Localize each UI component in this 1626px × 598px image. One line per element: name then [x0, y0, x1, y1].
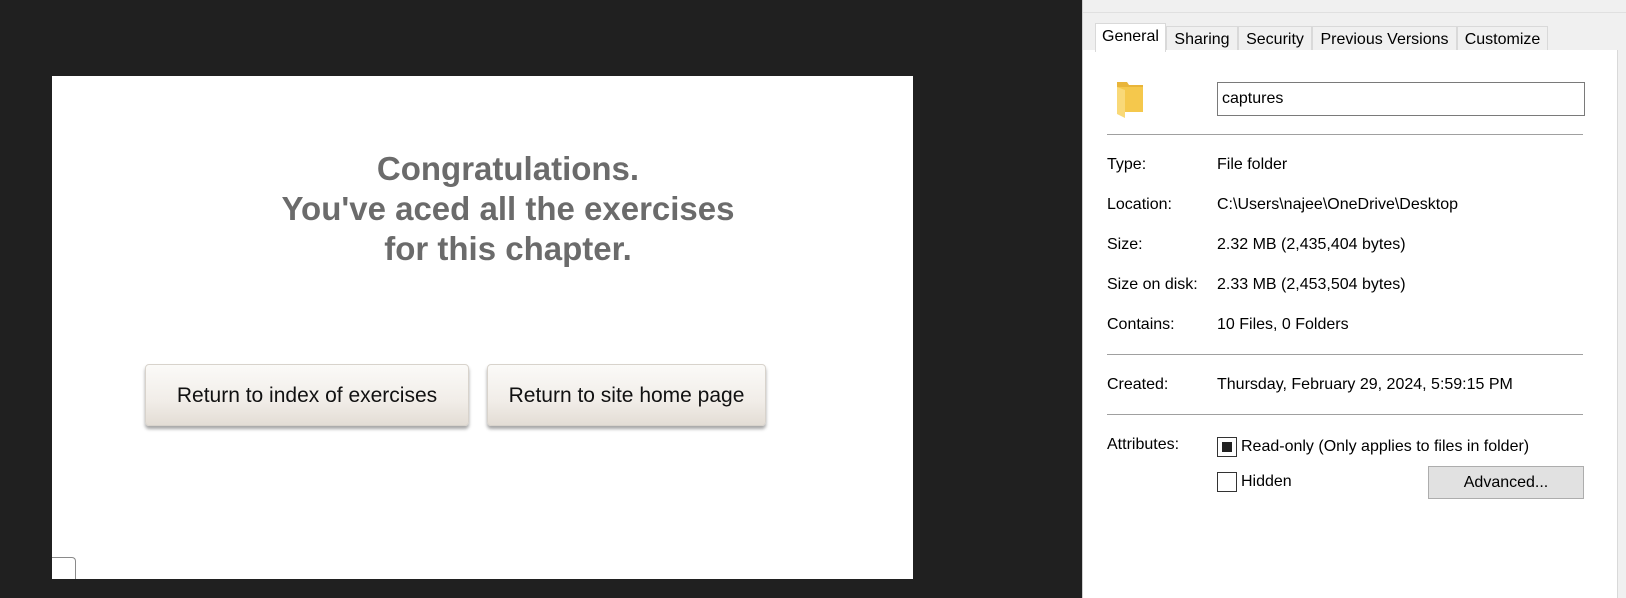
corner-frame	[52, 557, 76, 579]
location-label: Location:	[1107, 196, 1172, 213]
dialog-title-bar	[1083, 0, 1626, 13]
tab-previous-versions[interactable]: Previous Versions	[1312, 26, 1457, 51]
separator	[1107, 134, 1583, 135]
properties-dialog: General Sharing Security Previous Versio…	[1082, 0, 1626, 598]
general-tab-panel: Type: File folder Location: C:\Users\naj…	[1083, 50, 1618, 598]
created-value: Thursday, February 29, 2024, 5:59:15 PM	[1217, 376, 1513, 393]
created-label: Created:	[1107, 376, 1169, 393]
readonly-label: Read-only (Only applies to files in fold…	[1241, 438, 1530, 455]
size-label: Size:	[1107, 236, 1143, 253]
readonly-checkbox[interactable]	[1217, 437, 1237, 457]
exercise-page: Congratulations. You've aced all the exe…	[52, 76, 913, 579]
attributes-label: Attributes:	[1107, 436, 1180, 453]
separator	[1107, 354, 1583, 355]
congratulations-message: Congratulations. You've aced all the exe…	[52, 149, 964, 269]
message-line-1: Congratulations.	[376, 150, 640, 187]
advanced-button[interactable]: Advanced...	[1428, 466, 1584, 499]
contains-label: Contains:	[1107, 316, 1175, 333]
folder-name-input[interactable]	[1217, 82, 1585, 116]
hidden-checkbox[interactable]	[1217, 472, 1237, 492]
tab-general[interactable]: General	[1095, 23, 1166, 52]
tab-security[interactable]: Security	[1238, 26, 1312, 51]
tab-sharing[interactable]: Sharing	[1166, 26, 1238, 51]
location-value: C:\Users\najee\OneDrive\Desktop	[1217, 196, 1458, 213]
size-on-disk-label: Size on disk:	[1107, 276, 1198, 293]
tab-customize[interactable]: Customize	[1457, 26, 1548, 51]
type-label: Type:	[1107, 156, 1147, 173]
size-on-disk-value: 2.33 MB (2,453,504 bytes)	[1217, 276, 1406, 293]
folder-icon	[1117, 82, 1143, 118]
type-value: File folder	[1217, 156, 1288, 173]
contains-value: 10 Files, 0 Folders	[1217, 316, 1349, 333]
return-to-index-button[interactable]: Return to index of exercises	[145, 364, 469, 426]
message-line-2: You've aced all the exercises	[281, 190, 735, 227]
separator	[1107, 414, 1583, 415]
size-value: 2.32 MB (2,435,404 bytes)	[1217, 236, 1406, 253]
return-to-home-button[interactable]: Return to site home page	[487, 364, 766, 426]
hidden-label: Hidden	[1241, 473, 1292, 490]
message-line-3: for this chapter.	[384, 230, 632, 267]
indeterminate-mark	[1222, 442, 1232, 452]
